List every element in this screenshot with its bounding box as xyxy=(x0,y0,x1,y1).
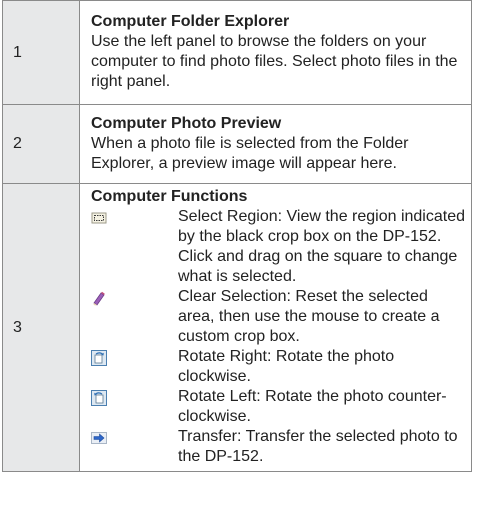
function-description: Rotate Left: Rotate the photo counter-cl… xyxy=(178,388,447,425)
row-content: Computer Folder Explorer Use the left pa… xyxy=(79,0,472,105)
transfer-icon xyxy=(91,432,107,444)
function-item-transfer: Transfer: Transfer the selected photo to… xyxy=(91,427,465,467)
section-description: Use the left panel to browse the folders… xyxy=(91,33,458,90)
function-item-rotate-left: Rotate Left: Rotate the photo counter-cl… xyxy=(91,387,465,427)
section-title: Computer Photo Preview xyxy=(91,114,282,132)
function-item-clear-selection: Clear Selection: Reset the se­lected are… xyxy=(91,287,465,347)
function-item-select-region: Select Region: View the region indicated… xyxy=(91,207,465,287)
row-content: Computer Photo Preview When a photo file… xyxy=(79,104,472,184)
function-description: Transfer: Transfer the selected photo to… xyxy=(178,428,458,465)
table-row: 1 Computer Folder Explorer Use the left … xyxy=(2,0,472,105)
section-title: Computer Functions xyxy=(91,188,248,205)
function-item-rotate-right: Rotate Right: Rotate the photo clockwise… xyxy=(91,347,465,387)
table-row: 2 Computer Photo Preview When a photo fi… xyxy=(2,104,472,184)
function-list: Select Region: View the region indicated… xyxy=(91,207,465,467)
rotate-right-icon xyxy=(91,350,107,366)
row-number: 3 xyxy=(2,183,80,472)
clear-selection-icon xyxy=(93,291,105,306)
function-description: Clear Selection: Reset the se­lected are… xyxy=(178,288,440,345)
function-description: Rotate Right: Rotate the photo clockwise… xyxy=(178,348,395,385)
help-table: 1 Computer Folder Explorer Use the left … xyxy=(2,0,472,472)
rotate-left-icon xyxy=(91,390,107,406)
function-description: Select Region: View the region indicated… xyxy=(178,208,465,285)
section-title: Computer Folder Explorer xyxy=(91,13,290,30)
table-row: 3 Computer Functions Select Region: View… xyxy=(2,183,472,472)
row-number: 2 xyxy=(2,104,80,184)
row-content: Computer Functions Select Region: View t… xyxy=(79,183,472,472)
select-region-icon xyxy=(91,212,107,224)
section-description: When a photo file is selected from the F… xyxy=(91,134,409,172)
row-number: 1 xyxy=(2,0,80,105)
